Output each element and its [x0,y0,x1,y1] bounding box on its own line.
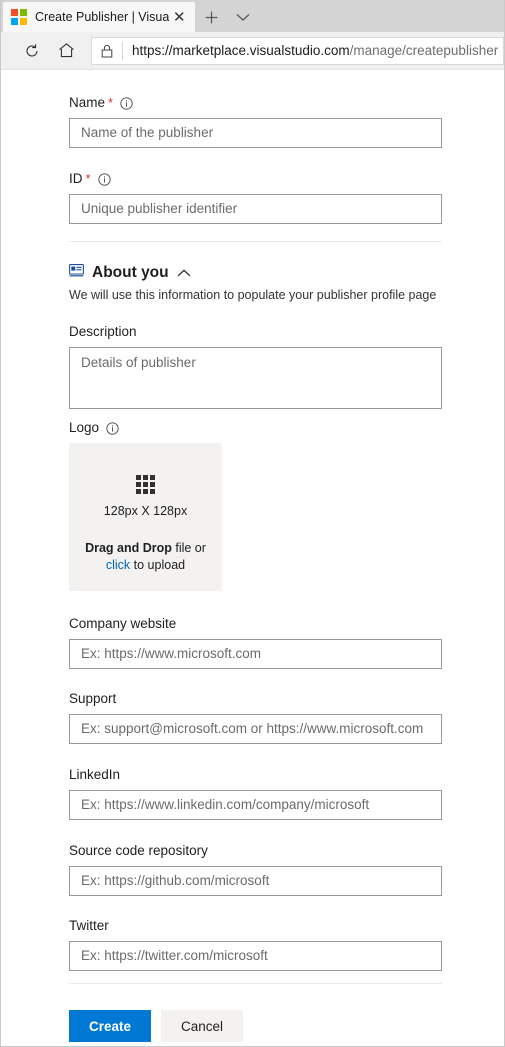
address-bar[interactable]: https://marketplace.visualstudio.com/man… [91,36,504,65]
browser-tab[interactable]: Create Publisher | Visua ✕ [3,2,196,32]
refresh-icon[interactable] [15,36,49,66]
info-icon[interactable] [106,421,119,435]
field-support: Support Ex: support@microsoft.com or htt… [69,691,442,744]
new-tab-icon[interactable] [195,2,227,32]
field-source-code: Source code repository Ex: https://githu… [69,843,442,896]
id-card-icon [69,264,84,282]
logo-upload-text: Drag and Drop file or click to upload [85,540,206,574]
url-path: /manage/createpublisher [349,42,499,58]
page-content: Name * Name of the publisher ID * Unique… [1,70,504,1046]
id-label-text: ID [69,171,83,186]
field-description: Description Details of publisher [69,324,442,409]
id-label: ID * [69,171,442,187]
source-code-label: Source code repository [69,843,442,859]
form-actions: Create Cancel [69,1010,243,1042]
about-you-title: About you [92,264,169,281]
close-icon[interactable]: ✕ [169,7,189,27]
name-label-text: Name [69,95,106,110]
browser-tab-strip: Create Publisher | Visua ✕ [1,0,504,32]
drag-drop-bold: Drag and Drop [85,541,172,555]
linkedin-label-text: LinkedIn [69,767,121,782]
logo-dimensions-text: 128px X 128px [103,504,188,518]
cancel-button[interactable]: Cancel [161,1010,243,1042]
chevron-up-icon[interactable] [177,269,191,277]
about-you-section-header: About you We will use this information t… [69,264,436,302]
linkedin-label: LinkedIn [69,767,442,783]
description-textarea[interactable]: Details of publisher [69,347,442,409]
field-company-website: Company website Ex: https://www.microsof… [69,616,442,669]
browser-navigation-bar: https://marketplace.visualstudio.com/man… [1,32,504,70]
create-button[interactable]: Create [69,1010,151,1042]
source-code-input[interactable]: Ex: https://github.com/microsoft [69,866,442,896]
field-linkedin: LinkedIn Ex: https://www.linkedin.com/co… [69,767,442,820]
company-website-label-text: Company website [69,616,177,631]
lock-icon [92,44,122,58]
company-website-input[interactable]: Ex: https://www.microsoft.com [69,639,442,669]
browser-window: Create Publisher | Visua ✕ https://marke… [0,0,505,1047]
company-website-label: Company website [69,616,442,632]
required-marker: * [108,95,114,110]
upload-rest: to upload [130,558,186,572]
upload-link[interactable]: click [106,558,130,572]
info-icon[interactable] [97,172,111,186]
grid-icon [136,475,155,494]
logo-label: Logo [69,420,222,436]
description-label: Description [69,324,442,340]
info-icon[interactable] [120,96,133,110]
about-you-header-row[interactable]: About you [69,264,436,282]
logo-label-text: Logo [69,420,100,435]
twitter-label: Twitter [69,918,442,934]
about-you-subtitle: We will use this information to populate… [69,288,437,302]
drag-drop-rest: file or [171,541,206,555]
address-bar-url: https://marketplace.visualstudio.com/man… [123,38,498,64]
actions-divider [69,983,442,984]
chevron-down-icon[interactable] [227,2,259,32]
name-input[interactable]: Name of the publisher [69,118,442,148]
name-label: Name * [69,95,442,111]
field-id: ID * Unique publisher identifier [69,171,442,224]
tab-title: Create Publisher | Visua [35,10,170,24]
support-label-text: Support [69,691,117,706]
home-icon[interactable] [49,36,83,66]
microsoft-logo-icon [11,9,27,25]
source-code-label-text: Source code repository [69,843,208,858]
field-name: Name * Name of the publisher [69,95,442,148]
linkedin-input[interactable]: Ex: https://www.linkedin.com/company/mic… [69,790,442,820]
description-label-text: Description [69,324,137,339]
support-label: Support [69,691,442,707]
section-divider [69,241,442,242]
logo-dropzone[interactable]: 128px X 128px Drag and Drop file or clic… [69,443,222,591]
support-input[interactable]: Ex: support@microsoft.com or https://www… [69,714,442,744]
twitter-label-text: Twitter [69,918,109,933]
id-input[interactable]: Unique publisher identifier [69,194,442,224]
field-logo: Logo 128px X 128px Drag and Drop file or [69,420,222,591]
required-marker: * [85,171,91,186]
field-twitter: Twitter Ex: https://twitter.com/microsof… [69,918,442,971]
url-domain: https://marketplace.visualstudio.com [132,42,350,58]
twitter-input[interactable]: Ex: https://twitter.com/microsoft [69,941,442,971]
